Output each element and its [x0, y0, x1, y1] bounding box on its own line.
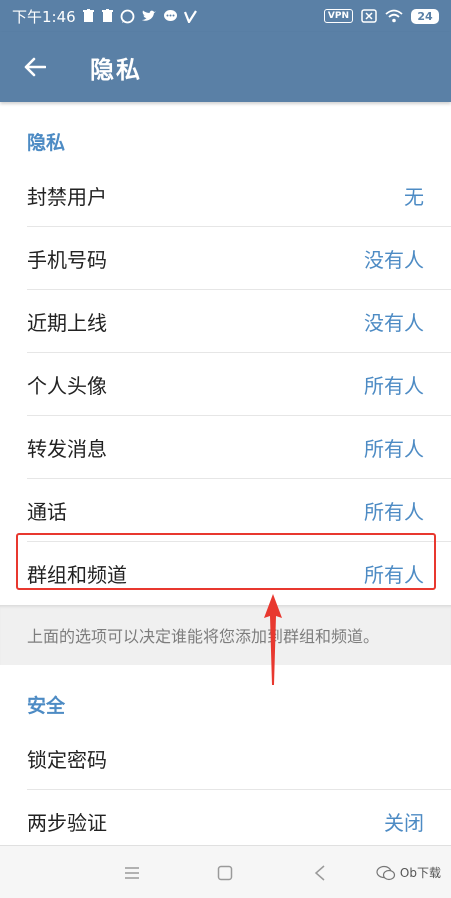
red-arrow-annotation — [264, 594, 282, 685]
setting-label: 锁定密码 — [27, 747, 107, 772]
trash-icon — [82, 9, 95, 23]
sim-off-icon — [361, 9, 377, 23]
privacy-info-text: 上面的选项可以决定谁能将您添加到群组和频道。 — [0, 605, 451, 665]
whatsapp-icon — [120, 9, 135, 24]
setting-value: 所有人 — [364, 436, 424, 461]
setting-value: 没有人 — [364, 247, 424, 272]
v-icon — [183, 9, 197, 23]
watermark-text: Ob下载 — [399, 866, 441, 880]
setting-row-two-step-verification[interactable]: 两步验证 关闭 — [27, 790, 451, 853]
setting-value: 没有人 — [364, 310, 424, 335]
section-header-security: 安全 — [27, 695, 66, 717]
system-nav-bar: Ob下载 — [0, 845, 451, 898]
setting-label: 手机号码 — [27, 247, 107, 272]
setting-row-blocked-users[interactable]: 封禁用户 无 — [27, 164, 451, 227]
arrow-left-icon — [24, 57, 46, 77]
menu-button[interactable] — [107, 846, 157, 898]
section-header-privacy: 隐私 — [27, 132, 66, 154]
back-chevron-icon — [314, 864, 325, 881]
setting-row-passcode-lock[interactable]: 锁定密码 — [27, 727, 451, 790]
setting-row-phone-number[interactable]: 手机号码 没有人 — [27, 227, 451, 290]
setting-row-calls[interactable]: 通话 所有人 — [27, 479, 451, 542]
twitter-icon — [141, 10, 157, 23]
setting-row-profile-photo[interactable]: 个人头像 所有人 — [27, 353, 451, 416]
setting-value: 关闭 — [384, 810, 424, 835]
vpn-icon: VPN — [323, 9, 353, 23]
trash-icon — [101, 9, 114, 23]
setting-row-groups-channels[interactable]: 群组和频道 所有人 — [27, 542, 451, 605]
system-back-button[interactable] — [295, 846, 345, 898]
watermark: Ob下载 — [376, 846, 441, 898]
setting-label: 封禁用户 — [27, 184, 107, 209]
home-square-icon — [217, 865, 233, 880]
status-right: VPN 24 — [323, 8, 439, 24]
setting-label: 通话 — [27, 499, 67, 524]
setting-label: 转发消息 — [27, 436, 107, 461]
back-button[interactable] — [0, 32, 70, 102]
home-button[interactable] — [200, 846, 250, 898]
battery-icon: 24 — [411, 8, 439, 24]
page-title: 隐私 — [90, 55, 142, 84]
message-icon — [163, 9, 178, 23]
status-bar: 下午1:46 VPN 24 — [0, 0, 451, 32]
status-time: 下午1:46 — [12, 7, 76, 26]
setting-value: 所有人 — [364, 563, 424, 587]
setting-label: 群组和频道 — [27, 563, 127, 587]
setting-label: 两步验证 — [27, 810, 107, 835]
setting-row-forwarded-messages[interactable]: 转发消息 所有人 — [27, 416, 451, 479]
setting-label: 个人头像 — [27, 373, 107, 398]
setting-row-last-seen[interactable]: 近期上线 没有人 — [27, 290, 451, 353]
setting-value: 无 — [404, 184, 424, 209]
wifi-icon — [385, 9, 403, 23]
wechat-logo-icon — [376, 865, 396, 880]
setting-value: 所有人 — [364, 499, 424, 524]
settings-list: 隐私 封禁用户 无 手机号码 没有人 近期上线 没有人 个人头像 所有人 转发消… — [0, 102, 451, 853]
menu-icon — [125, 866, 139, 879]
setting-value: 所有人 — [364, 373, 424, 398]
app-bar: 隐私 — [0, 32, 451, 102]
status-left: 下午1:46 — [12, 6, 197, 27]
setting-label: 近期上线 — [27, 310, 107, 335]
